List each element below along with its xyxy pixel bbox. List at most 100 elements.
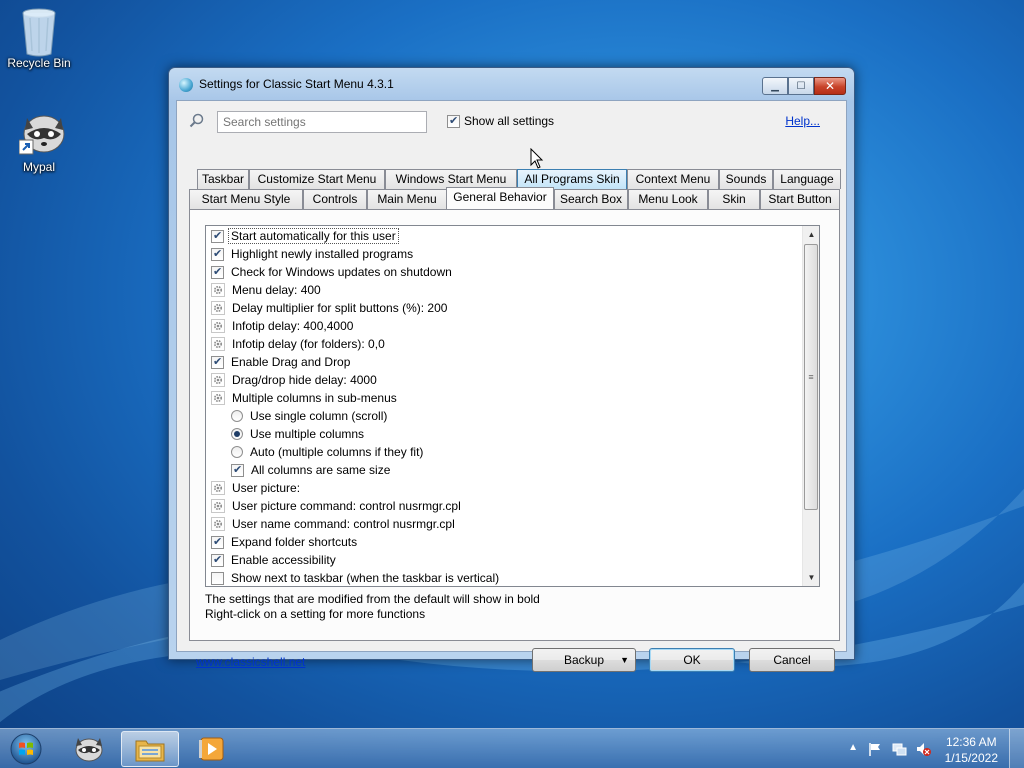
tab-language[interactable]: Language (773, 169, 841, 189)
taskbar-media-player[interactable] (182, 731, 240, 767)
setting-row[interactable]: Show next to taskbar (when the taskbar i… (211, 569, 500, 586)
setting-checkbox[interactable] (211, 535, 224, 549)
setting-label: Show next to taskbar (when the taskbar i… (231, 571, 500, 585)
setting-gear-icon (211, 373, 225, 387)
setting-label: User picture command: control nusrmgr.cp… (232, 499, 461, 513)
tab-main-menu[interactable]: Main Menu (367, 189, 447, 209)
setting-row[interactable]: Check for Windows updates on shutdown (211, 263, 452, 281)
taskbar: ▲ 12:36 AM 1/15/2022 (0, 728, 1024, 768)
tab-menu-look[interactable]: Menu Look (628, 189, 708, 209)
minimize-button[interactable]: ▁ (762, 77, 788, 95)
tab-start-button[interactable]: Start Button (760, 189, 840, 209)
tab-search-box[interactable]: Search Box (554, 189, 628, 209)
setting-row[interactable]: Start automatically for this user (211, 227, 399, 245)
minimize-icon: ▁ (771, 80, 779, 92)
tab-customize-start-menu[interactable]: Customize Start Menu (249, 169, 385, 189)
start-button[interactable] (6, 732, 46, 766)
close-button[interactable]: ✕ (814, 77, 846, 95)
show-desktop-button[interactable] (1009, 729, 1024, 768)
show-all-settings[interactable]: Show all settings (447, 114, 554, 128)
volume-muted-icon[interactable] (915, 741, 931, 757)
setting-row[interactable]: Menu delay: 400 (211, 281, 321, 299)
tab-sounds[interactable]: Sounds (719, 169, 773, 189)
setting-gear-icon (211, 517, 225, 531)
setting-row[interactable]: Auto (multiple columns if they fit) (231, 443, 423, 461)
scroll-down-arrow-icon[interactable]: ▼ (803, 569, 819, 586)
setting-label: User picture: (232, 481, 301, 495)
scroll-thumb[interactable]: ≡ (804, 244, 818, 510)
cancel-button[interactable]: Cancel (749, 648, 835, 672)
setting-row[interactable]: Infotip delay (for folders): 0,0 (211, 335, 385, 353)
tab-windows-start-menu[interactable]: Windows Start Menu (385, 169, 517, 189)
setting-label: Start automatically for this user (228, 228, 399, 244)
setting-row[interactable]: User picture: (211, 479, 300, 497)
tab-context-menu[interactable]: Context Menu (627, 169, 719, 189)
setting-row[interactable]: Use single column (scroll) (231, 407, 387, 425)
setting-row[interactable]: Enable Drag and Drop (211, 353, 350, 371)
setting-checkbox[interactable] (211, 265, 224, 279)
show-all-checkbox[interactable] (447, 114, 460, 128)
setting-row[interactable]: All columns are same size (231, 461, 390, 479)
search-settings-input[interactable] (217, 111, 427, 133)
network-icon[interactable] (891, 741, 907, 757)
setting-checkbox[interactable] (211, 247, 224, 261)
maximize-icon: ☐ (796, 80, 806, 92)
help-link[interactable]: Help... (785, 114, 820, 128)
setting-row[interactable]: User name command: control nusrmgr.cpl (211, 515, 455, 533)
setting-row[interactable]: Enable accessibility (211, 551, 336, 569)
tab-general-behavior[interactable]: General Behavior (446, 187, 554, 209)
setting-checkbox[interactable] (211, 571, 224, 585)
ok-button[interactable]: OK (649, 648, 735, 672)
action-center-flag-icon[interactable] (867, 741, 883, 757)
setting-row[interactable]: User picture command: control nusrmgr.cp… (211, 497, 461, 515)
setting-row[interactable]: Delay multiplier for split buttons (%): … (211, 299, 447, 317)
tab-taskbar[interactable]: Taskbar (197, 169, 249, 189)
setting-row[interactable]: Highlight newly installed programs (211, 245, 413, 263)
settings-rows: Start automatically for this user Highlig… (206, 226, 802, 586)
show-hidden-icons-icon[interactable]: ▲ (848, 742, 858, 753)
tab-controls[interactable]: Controls (303, 189, 367, 209)
scroll-up-arrow-icon[interactable]: ▲ (803, 226, 819, 243)
close-icon: ✕ (824, 79, 836, 93)
maximize-button[interactable]: ☐ (788, 77, 814, 95)
setting-gear-icon (211, 499, 225, 513)
tab-skin[interactable]: Skin (708, 189, 760, 209)
clock[interactable]: 12:36 AM 1/15/2022 (945, 734, 998, 766)
setting-gear-icon (211, 283, 225, 297)
settings-list[interactable]: Start automatically for this user Highlig… (205, 225, 820, 587)
setting-label: User name command: control nusrmgr.cpl (232, 517, 455, 531)
setting-label: Use multiple columns (250, 427, 365, 441)
setting-label: Use single column (scroll) (250, 409, 388, 423)
setting-row[interactable]: Use multiple columns (231, 425, 364, 443)
setting-row[interactable]: Drag/drop hide delay: 4000 (211, 371, 377, 389)
setting-row[interactable]: Expand folder shortcuts (211, 533, 357, 551)
setting-checkbox[interactable] (211, 355, 224, 369)
caption-buttons: ▁ ☐ ✕ (762, 77, 846, 95)
show-all-label: Show all settings (464, 114, 555, 128)
setting-row[interactable]: Infotip delay: 400,4000 (211, 317, 353, 335)
raccoon-browser-icon (18, 110, 65, 158)
setting-radio[interactable] (231, 446, 243, 458)
setting-gear-icon (211, 319, 225, 333)
setting-radio[interactable] (231, 428, 243, 440)
taskbar-mypal[interactable] (60, 731, 118, 767)
setting-row[interactable]: Multiple columns in sub-menus (211, 389, 397, 407)
title-bar[interactable]: Settings for Classic Start Menu 4.3.1 ▁ … (169, 68, 854, 100)
classicshell-website-link[interactable]: www.classicshell.net (196, 655, 305, 669)
mouse-cursor-icon (530, 148, 544, 169)
backup-button[interactable]: Backup ▼ (532, 648, 636, 672)
notes: The settings that are modified from the … (205, 592, 540, 622)
tab-start-menu-style[interactable]: Start Menu Style (189, 189, 303, 209)
setting-checkbox[interactable] (231, 463, 244, 477)
setting-checkbox[interactable] (211, 229, 224, 243)
taskbar-file-explorer[interactable] (121, 731, 179, 767)
desktop-icon-mypal[interactable]: Mypal (1, 110, 77, 174)
setting-radio[interactable] (231, 410, 243, 422)
setting-checkbox[interactable] (211, 553, 224, 567)
desktop-icon-recycle-bin[interactable]: Recycle Bin (1, 6, 77, 70)
tab-all-programs-skin[interactable]: All Programs Skin (517, 169, 627, 189)
setting-gear-icon (211, 301, 225, 315)
window-title: Settings for Classic Start Menu 4.3.1 (199, 77, 394, 91)
vertical-scrollbar[interactable]: ▲ ≡ ▼ (802, 226, 819, 586)
setting-label: All columns are same size (251, 463, 391, 477)
